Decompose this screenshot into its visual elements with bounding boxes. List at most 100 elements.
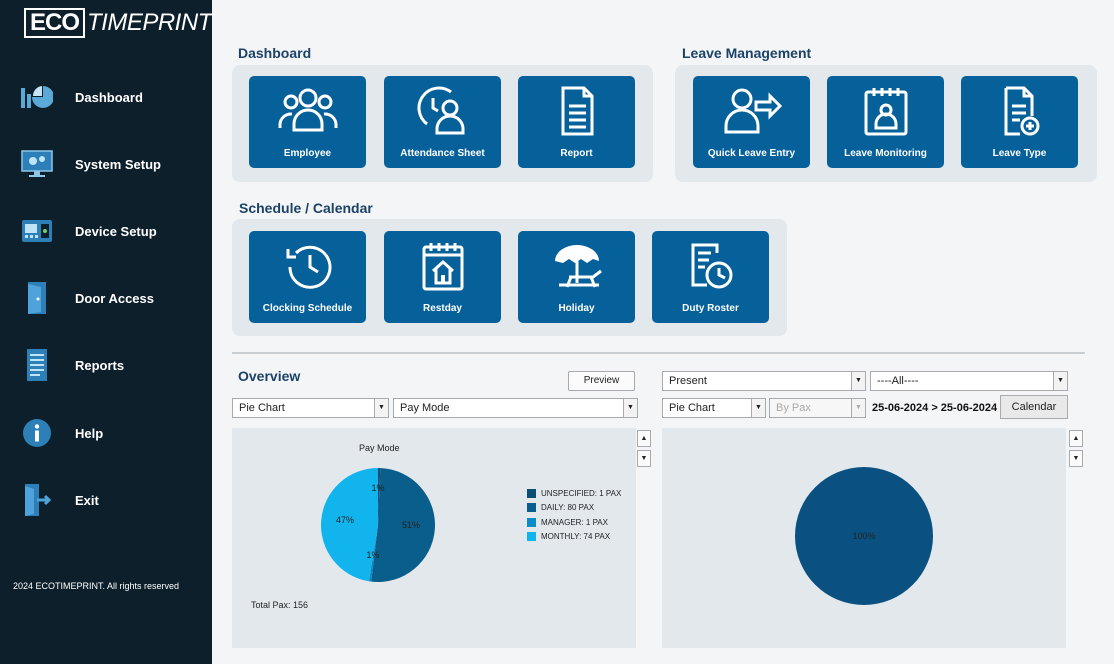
tile-label: Quick Leave Entry — [707, 148, 796, 159]
logo-eco: ECO — [24, 8, 86, 38]
attendance-icon — [384, 86, 501, 136]
legend-label: DAILY: 80 PAX — [541, 503, 595, 513]
section-divider — [232, 352, 1085, 354]
tile-label: Duty Roster — [682, 303, 739, 314]
tile-label: Holiday — [558, 303, 595, 314]
status-select[interactable]: Present ▼ — [662, 371, 866, 391]
chevron-down-icon: ▼ — [851, 399, 865, 417]
pie-legend: UNSPECIFIED: 1 PAX DAILY: 80 PAX MANAGER… — [527, 486, 621, 544]
select-value: Pay Mode — [400, 402, 450, 414]
tile-label: Leave Type — [992, 148, 1047, 159]
leave-type-tile[interactable]: Leave Type — [961, 76, 1078, 168]
group-by-select[interactable]: Pay Mode ▼ — [393, 398, 638, 418]
exit-icon — [20, 483, 54, 517]
clock-icon — [249, 241, 366, 291]
employee-icon — [249, 86, 366, 136]
holiday-icon — [518, 241, 635, 291]
duty-roster-icon — [652, 241, 769, 291]
sidebar-item-dashboard[interactable]: Dashboard — [0, 75, 212, 119]
duty-roster-tile[interactable]: Duty Roster — [652, 231, 769, 323]
sidebar-item-device-setup[interactable]: Device Setup — [0, 209, 212, 253]
sidebar-item-reports[interactable]: Reports — [0, 343, 212, 387]
sidebar-item-label: Door Access — [75, 290, 154, 306]
sidebar-item-help[interactable]: Help — [0, 411, 212, 455]
leave-management-title: Leave Management — [682, 45, 812, 61]
by-pax-select: By Pax ▼ — [769, 398, 866, 418]
date-range-text: 25-06-2024 > 25-06-2024 — [872, 402, 998, 414]
legend-label: UNSPECIFIED: 1 PAX — [541, 488, 622, 498]
calendar-button[interactable]: Calendar — [1000, 395, 1068, 419]
tile-label: Leave Monitoring — [844, 148, 927, 159]
leave-monitoring-icon — [827, 86, 944, 136]
left-chart-type-select[interactable]: Pie Chart ▼ — [232, 398, 389, 418]
tile-label: Restday — [423, 303, 462, 314]
app-logo: ECO TIMEPRINT — [24, 8, 212, 38]
clocking-schedule-tile[interactable]: Clocking Schedule — [249, 231, 366, 323]
scroll-down-button[interactable]: ▼ — [637, 450, 651, 467]
sidebar-item-exit[interactable]: Exit — [0, 478, 212, 522]
dashboard-icon — [20, 80, 54, 114]
quick-leave-icon — [693, 86, 810, 136]
select-value: Present — [669, 375, 707, 387]
scroll-down-button[interactable]: ▼ — [1069, 450, 1083, 467]
door-icon — [20, 281, 54, 315]
total-pax-label: Total Pax: 156 — [251, 600, 309, 610]
tile-label: Employee — [283, 148, 332, 159]
legend-item: MONTHLY: 74 PAX — [527, 530, 621, 545]
legend-swatch — [527, 503, 536, 513]
employee-tile[interactable]: Employee — [249, 76, 366, 168]
select-value: By Pax — [776, 402, 811, 414]
pie-slice-label: 51% — [402, 520, 420, 530]
chevron-down-icon: ▼ — [1053, 372, 1067, 390]
legend-swatch — [527, 488, 536, 498]
select-value: Pie Chart — [239, 402, 285, 414]
scroll-up-button[interactable]: ▲ — [637, 430, 651, 447]
attendance-pie-chart: 100% — [795, 467, 933, 605]
sidebar-item-label: Dashboard — [75, 89, 143, 105]
reports-icon — [20, 348, 54, 382]
legend-swatch — [527, 532, 536, 542]
dashboard-title: Dashboard — [238, 45, 312, 61]
chevron-down-icon: ▼ — [374, 399, 388, 417]
chart-title: Pay Mode — [359, 443, 400, 453]
device-setup-icon — [20, 214, 54, 248]
filter-select[interactable]: ----All---- ▼ — [870, 371, 1068, 391]
legend-item: UNSPECIFIED: 1 PAX — [527, 486, 621, 501]
holiday-tile[interactable]: Holiday — [518, 231, 635, 323]
tile-label: Report — [560, 148, 593, 159]
select-value: Pie Chart — [669, 402, 715, 414]
pie-slice-label: 100% — [852, 531, 875, 541]
report-icon — [518, 86, 635, 136]
sidebar-item-label: Exit — [75, 492, 99, 508]
sidebar-item-label: System Setup — [75, 156, 161, 172]
restday-icon — [384, 241, 501, 291]
right-chart-type-select[interactable]: Pie Chart ▼ — [662, 398, 766, 418]
pie-slice-label: 1% — [366, 550, 379, 560]
sidebar: ECO TIMEPRINT Dashboard System Setup Dev… — [0, 0, 212, 664]
pie-slice-label: 1% — [371, 483, 384, 493]
chevron-down-icon: ▼ — [751, 399, 765, 417]
chevron-down-icon: ▼ — [851, 372, 865, 390]
leave-monitoring-tile[interactable]: Leave Monitoring — [827, 76, 944, 168]
sidebar-item-system-setup[interactable]: System Setup — [0, 142, 212, 186]
sidebar-item-door-access[interactable]: Door Access — [0, 276, 212, 320]
system-setup-icon — [20, 147, 54, 181]
overview-title: Overview — [238, 368, 301, 384]
logo-timeprint: TIMEPRINT — [87, 9, 212, 36]
sidebar-item-label: Device Setup — [75, 223, 157, 239]
restday-tile[interactable]: Restday — [384, 231, 501, 323]
sidebar-item-label: Reports — [75, 357, 125, 373]
quick-leave-entry-tile[interactable]: Quick Leave Entry — [693, 76, 810, 168]
legend-item: DAILY: 80 PAX — [527, 501, 621, 516]
preview-button[interactable]: Preview — [568, 371, 635, 391]
chevron-down-icon: ▼ — [623, 399, 637, 417]
tile-label: Clocking Schedule — [262, 303, 353, 314]
scroll-up-button[interactable]: ▲ — [1069, 430, 1083, 447]
report-tile[interactable]: Report — [518, 76, 635, 168]
leave-type-icon — [961, 86, 1078, 136]
help-icon — [20, 416, 54, 450]
pie-slice-label: 47% — [336, 515, 354, 525]
copyright-footer: 2024 ECOTIMEPRINT. All rights reserved — [13, 581, 180, 591]
attendance-sheet-tile[interactable]: Attendance Sheet — [384, 76, 501, 168]
tile-label: Attendance Sheet — [400, 148, 485, 159]
